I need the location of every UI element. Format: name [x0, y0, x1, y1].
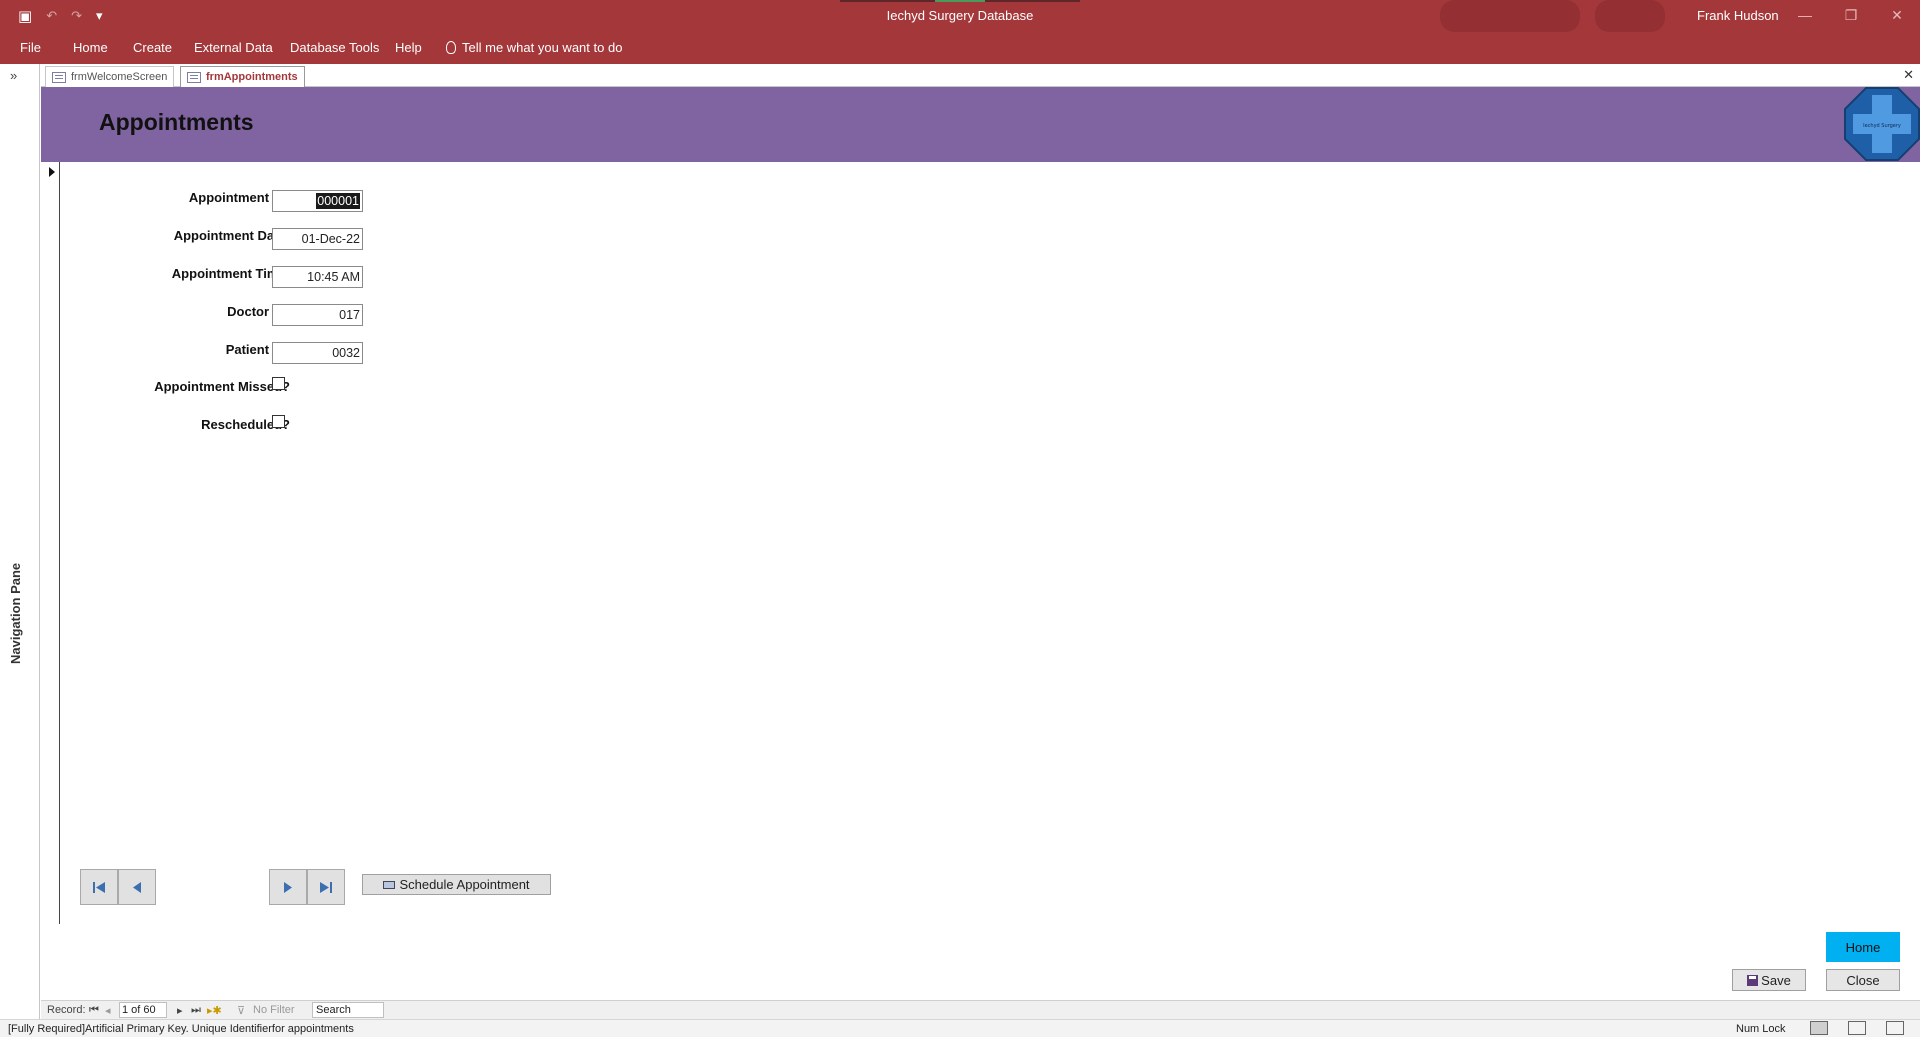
record-search-input[interactable]: Search	[312, 1002, 384, 1018]
lightbulb-icon	[446, 41, 456, 54]
form-icon	[187, 71, 201, 83]
appointment-date-label: Appointment Date:	[173, 228, 290, 243]
appointment-time-field[interactable]: 10:45 AM	[272, 266, 363, 288]
first-record-icon	[93, 881, 105, 893]
home-button[interactable]: Home	[1826, 932, 1900, 962]
appointment-time-label: Appointment Time:	[171, 266, 290, 281]
current-record-icon	[49, 167, 55, 177]
rescheduled-label: Rescheduled?	[201, 417, 290, 432]
restore-icon[interactable]: ❐	[1828, 0, 1874, 32]
last-record-icon	[320, 881, 332, 893]
status-bar: [Fully Required]Artificial Primary Key. …	[0, 1019, 1920, 1037]
tab-help[interactable]: Help	[395, 40, 422, 55]
appointment-missed-label: Appointment Missed?	[154, 379, 290, 394]
num-lock-indicator: Num Lock	[1736, 1023, 1786, 1035]
floppy-disk-icon	[1747, 974, 1759, 986]
appointment-missed-checkbox[interactable]	[272, 377, 285, 390]
previous-record-button[interactable]	[118, 869, 156, 905]
form-detail: Appointment ID: 000001 Appointment Date:…	[41, 162, 1920, 1000]
last-record-icon[interactable]: ⏭	[191, 1004, 201, 1017]
close-document-icon[interactable]: ✕	[1903, 67, 1914, 83]
window-controls: — ❐ ✕	[1782, 0, 1920, 32]
minimize-icon[interactable]: —	[1782, 0, 1828, 32]
expand-nav-icon[interactable]: »	[10, 68, 17, 83]
tab-frm-welcome-screen[interactable]: frmWelcomeScreen	[45, 66, 175, 87]
next-record-button[interactable]	[269, 869, 307, 905]
surgery-logo-icon: Iechyd Surgery	[1844, 87, 1920, 161]
close-button[interactable]: Close	[1826, 969, 1900, 991]
last-record-button[interactable]	[307, 869, 345, 905]
schedule-appointment-button[interactable]: Schedule Appointment	[362, 874, 551, 895]
tell-me-label: Tell me what you want to do	[462, 40, 623, 55]
doctor-id-field[interactable]: 017	[272, 304, 363, 326]
appointment-id-label: Appointment ID:	[188, 190, 290, 205]
tab-external-data[interactable]: External Data	[194, 40, 273, 55]
previous-record-icon[interactable]: ◂	[105, 1004, 111, 1017]
tab-frm-appointments[interactable]: frmAppointments	[180, 66, 305, 87]
tab-home[interactable]: Home	[73, 40, 108, 55]
title-bar: ▣ ↶ ↷ ▾ Iechyd Surgery Database Frank Hu…	[0, 0, 1920, 32]
svg-text:Iechyd Surgery: Iechyd Surgery	[1863, 123, 1901, 129]
schedule-appointment-label: Schedule Appointment	[399, 877, 530, 892]
patient-id-label: Patient ID:	[225, 342, 290, 357]
tell-me-search[interactable]: Tell me what you want to do	[446, 40, 622, 55]
appointment-date-field[interactable]: 01-Dec-22	[272, 228, 363, 250]
appointment-id-value: 000001	[316, 193, 360, 209]
user-name[interactable]: Frank Hudson	[1697, 8, 1779, 23]
record-label: Record:	[47, 1004, 86, 1016]
record-navigation-bar: Record: ⏮ ◂ 1 of 60 ▸ ⏭ ▸✱ ⊽ No Filter S…	[41, 1000, 1920, 1019]
form-view-icon[interactable]	[1810, 1021, 1828, 1035]
save-label: Save	[1761, 972, 1791, 988]
layout-view-icon[interactable]	[1848, 1021, 1866, 1035]
design-view-icon[interactable]	[1886, 1021, 1904, 1035]
tab-database-tools[interactable]: Database Tools	[290, 40, 379, 55]
view-switcher	[1810, 1021, 1904, 1035]
tab-file[interactable]: File	[20, 40, 41, 55]
form-mini-icon	[383, 880, 396, 889]
navigation-pane[interactable]: » Navigation Pane	[0, 64, 40, 1019]
doc-tab-label: frmAppointments	[206, 71, 298, 83]
window-title: Iechyd Surgery Database	[886, 8, 1034, 23]
form-header: Appointments Iechyd Surgery	[41, 87, 1920, 162]
doctor-id-label: Doctor ID:	[227, 304, 290, 319]
form-icon	[52, 71, 66, 83]
title-accent	[935, 0, 985, 2]
next-record-icon	[284, 881, 292, 893]
patient-id-field[interactable]: 0032	[272, 342, 363, 364]
previous-record-icon	[133, 881, 141, 893]
close-window-icon[interactable]: ✕	[1874, 0, 1920, 32]
tab-create[interactable]: Create	[133, 40, 172, 55]
filter-icon: ⊽	[237, 1005, 246, 1017]
form-title: Appointments	[99, 109, 254, 135]
doc-tab-label: frmWelcomeScreen	[71, 71, 168, 83]
appointment-id-field[interactable]: 000001	[272, 190, 363, 212]
save-button[interactable]: Save	[1732, 969, 1806, 991]
status-text: [Fully Required]Artificial Primary Key. …	[8, 1023, 354, 1035]
ribbon-tabs: File Home Create External Data Database …	[0, 32, 1920, 64]
first-record-button[interactable]	[80, 869, 118, 905]
navigation-pane-label[interactable]: Navigation Pane	[8, 563, 23, 664]
new-record-icon[interactable]: ▸✱	[207, 1004, 222, 1017]
rescheduled-checkbox[interactable]	[272, 415, 285, 428]
record-selector[interactable]	[41, 162, 60, 924]
no-filter-toggle[interactable]: No Filter	[253, 1004, 295, 1016]
current-record-input[interactable]: 1 of 60	[119, 1002, 167, 1018]
next-record-icon[interactable]: ▸	[177, 1004, 183, 1017]
first-record-icon[interactable]: ⏮	[89, 1004, 99, 1017]
document-tabs: frmWelcomeScreen frmAppointments ✕	[41, 64, 1920, 87]
